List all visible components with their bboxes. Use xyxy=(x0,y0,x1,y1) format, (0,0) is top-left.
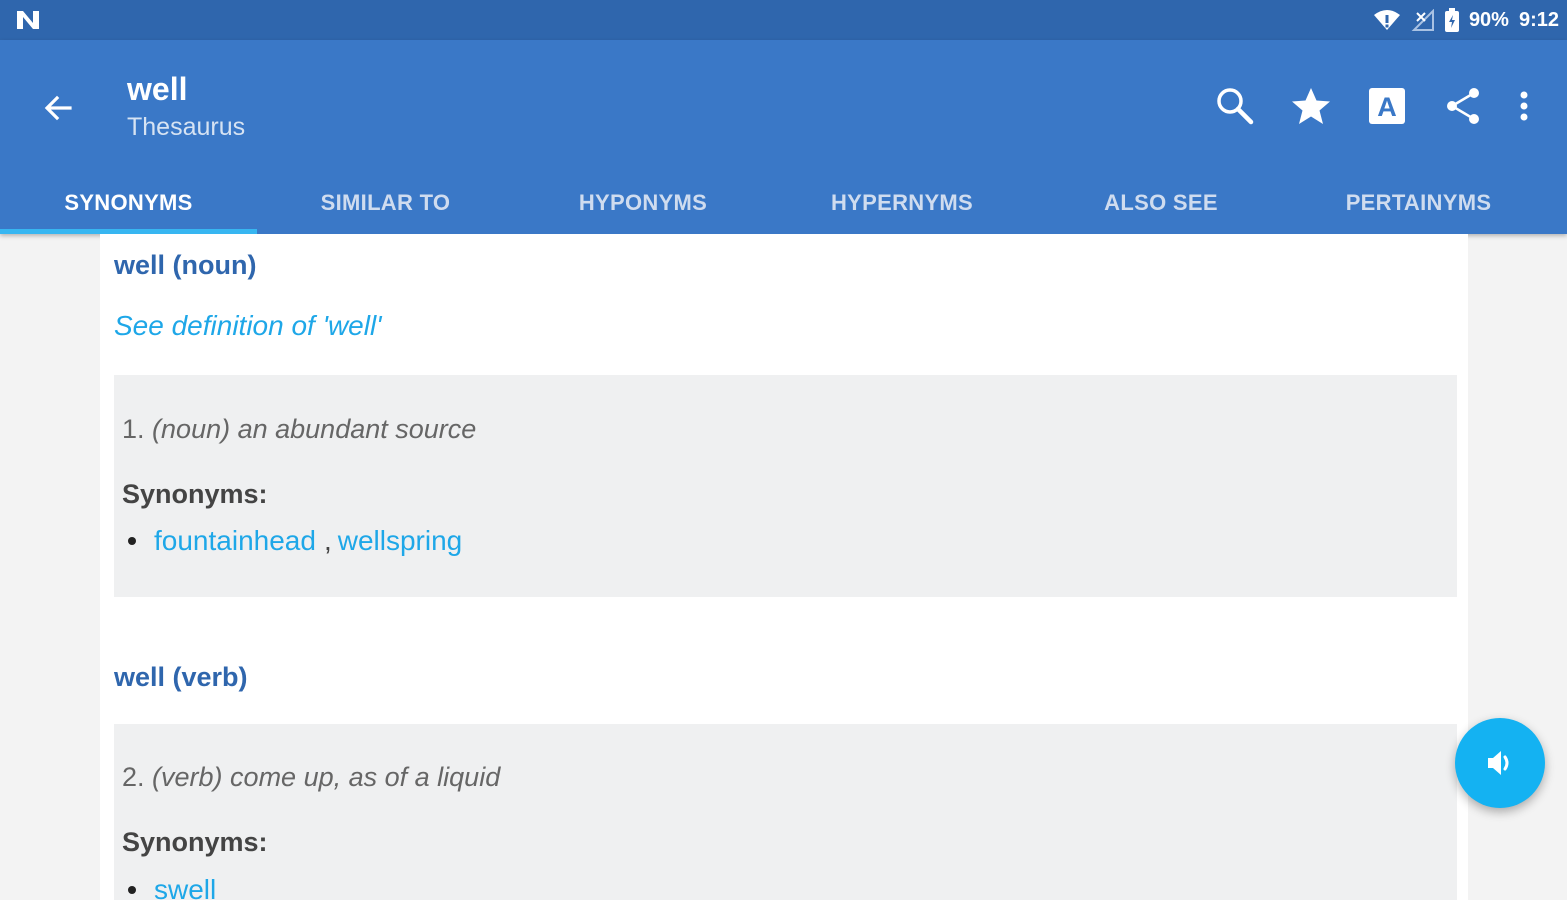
synonym-link-fountainhead[interactable]: fountainhead xyxy=(154,525,316,557)
sense-card-2: 2. (verb) come up, as of a liquid Synony… xyxy=(114,724,1457,900)
sense-definition: 2. (verb) come up, as of a liquid xyxy=(122,762,500,793)
synonyms-list: swell xyxy=(122,874,216,900)
back-button[interactable] xyxy=(34,84,82,132)
app-bar: well Thesaurus A SYNONYMS SIMILAR TO HYP… xyxy=(0,40,1567,234)
pronounce-button[interactable] xyxy=(1455,718,1545,808)
title-block: well Thesaurus xyxy=(127,70,245,144)
tab-pertainyms[interactable]: PERTAINYMS xyxy=(1290,172,1547,234)
page-title: well xyxy=(127,71,188,107)
search-icon xyxy=(1217,88,1254,125)
text-size-glyph: A xyxy=(1377,92,1397,122)
wifi-icon xyxy=(1373,10,1400,30)
sense-definition-text: (noun) an abundant source xyxy=(152,414,477,444)
tab-hypernyms[interactable]: HYPERNYMS xyxy=(772,172,1032,234)
search-button[interactable] xyxy=(1197,80,1273,132)
synonyms-label: Synonyms: xyxy=(122,479,268,509)
sense-card-1: 1. (noun) an abundant source Synonyms: f… xyxy=(114,375,1457,597)
see-definition-link[interactable]: See definition of 'well' xyxy=(114,310,382,342)
tab-synonyms[interactable]: SYNONYMS xyxy=(0,172,257,234)
synonym-link-swell[interactable]: swell xyxy=(154,874,216,900)
sense-number: 1. xyxy=(122,414,145,444)
section-heading-verb: well (verb) xyxy=(114,662,248,692)
battery-icon xyxy=(1444,8,1459,32)
status-icons: 90% 9:12 xyxy=(1373,0,1559,40)
text-size-button[interactable]: A xyxy=(1349,80,1425,132)
section-heading-noun: well (noun) xyxy=(114,250,257,280)
tab-hyponyms[interactable]: HYPONYMS xyxy=(514,172,772,234)
star-icon xyxy=(1292,88,1330,124)
share-icon xyxy=(1447,88,1479,124)
synonyms-label: Synonyms: xyxy=(122,827,268,857)
sense-number: 2. xyxy=(122,762,145,792)
status-bar: 90% 9:12 xyxy=(0,0,1567,40)
sense-definition: 1. (noun) an abundant source xyxy=(122,414,476,445)
share-button[interactable] xyxy=(1425,80,1501,132)
synonyms-list: fountainhead , wellspring xyxy=(122,525,462,557)
battery-percent: 90% xyxy=(1468,8,1509,31)
bullet xyxy=(128,886,136,894)
n-notification-icon xyxy=(17,11,39,29)
synonym-link-wellspring[interactable]: wellspring xyxy=(338,525,463,557)
sense-definition-text: (verb) come up, as of a liquid xyxy=(152,762,501,792)
tab-similar-to[interactable]: SIMILAR TO xyxy=(257,172,514,234)
clock: 9:12 xyxy=(1518,8,1559,31)
arrow-back-icon xyxy=(44,95,72,121)
toolbar-actions: A xyxy=(1197,80,1547,132)
more-vert-icon xyxy=(1520,91,1528,121)
bullet xyxy=(128,537,136,545)
tab-bar: SYNONYMS SIMILAR TO HYPONYMS HYPERNYMS A… xyxy=(0,172,1567,234)
speaker-icon xyxy=(1488,751,1509,775)
content-panel: well (noun) See definition of 'well' 1. … xyxy=(100,234,1468,900)
no-signal-icon xyxy=(1411,9,1434,31)
text-size-icon: A xyxy=(1369,88,1405,124)
synonym-separator: , xyxy=(323,525,332,556)
tab-also-see[interactable]: ALSO SEE xyxy=(1032,172,1290,234)
page-subtitle: Thesaurus xyxy=(127,113,246,141)
more-options-button[interactable] xyxy=(1501,80,1547,132)
favorite-button[interactable] xyxy=(1273,80,1349,132)
